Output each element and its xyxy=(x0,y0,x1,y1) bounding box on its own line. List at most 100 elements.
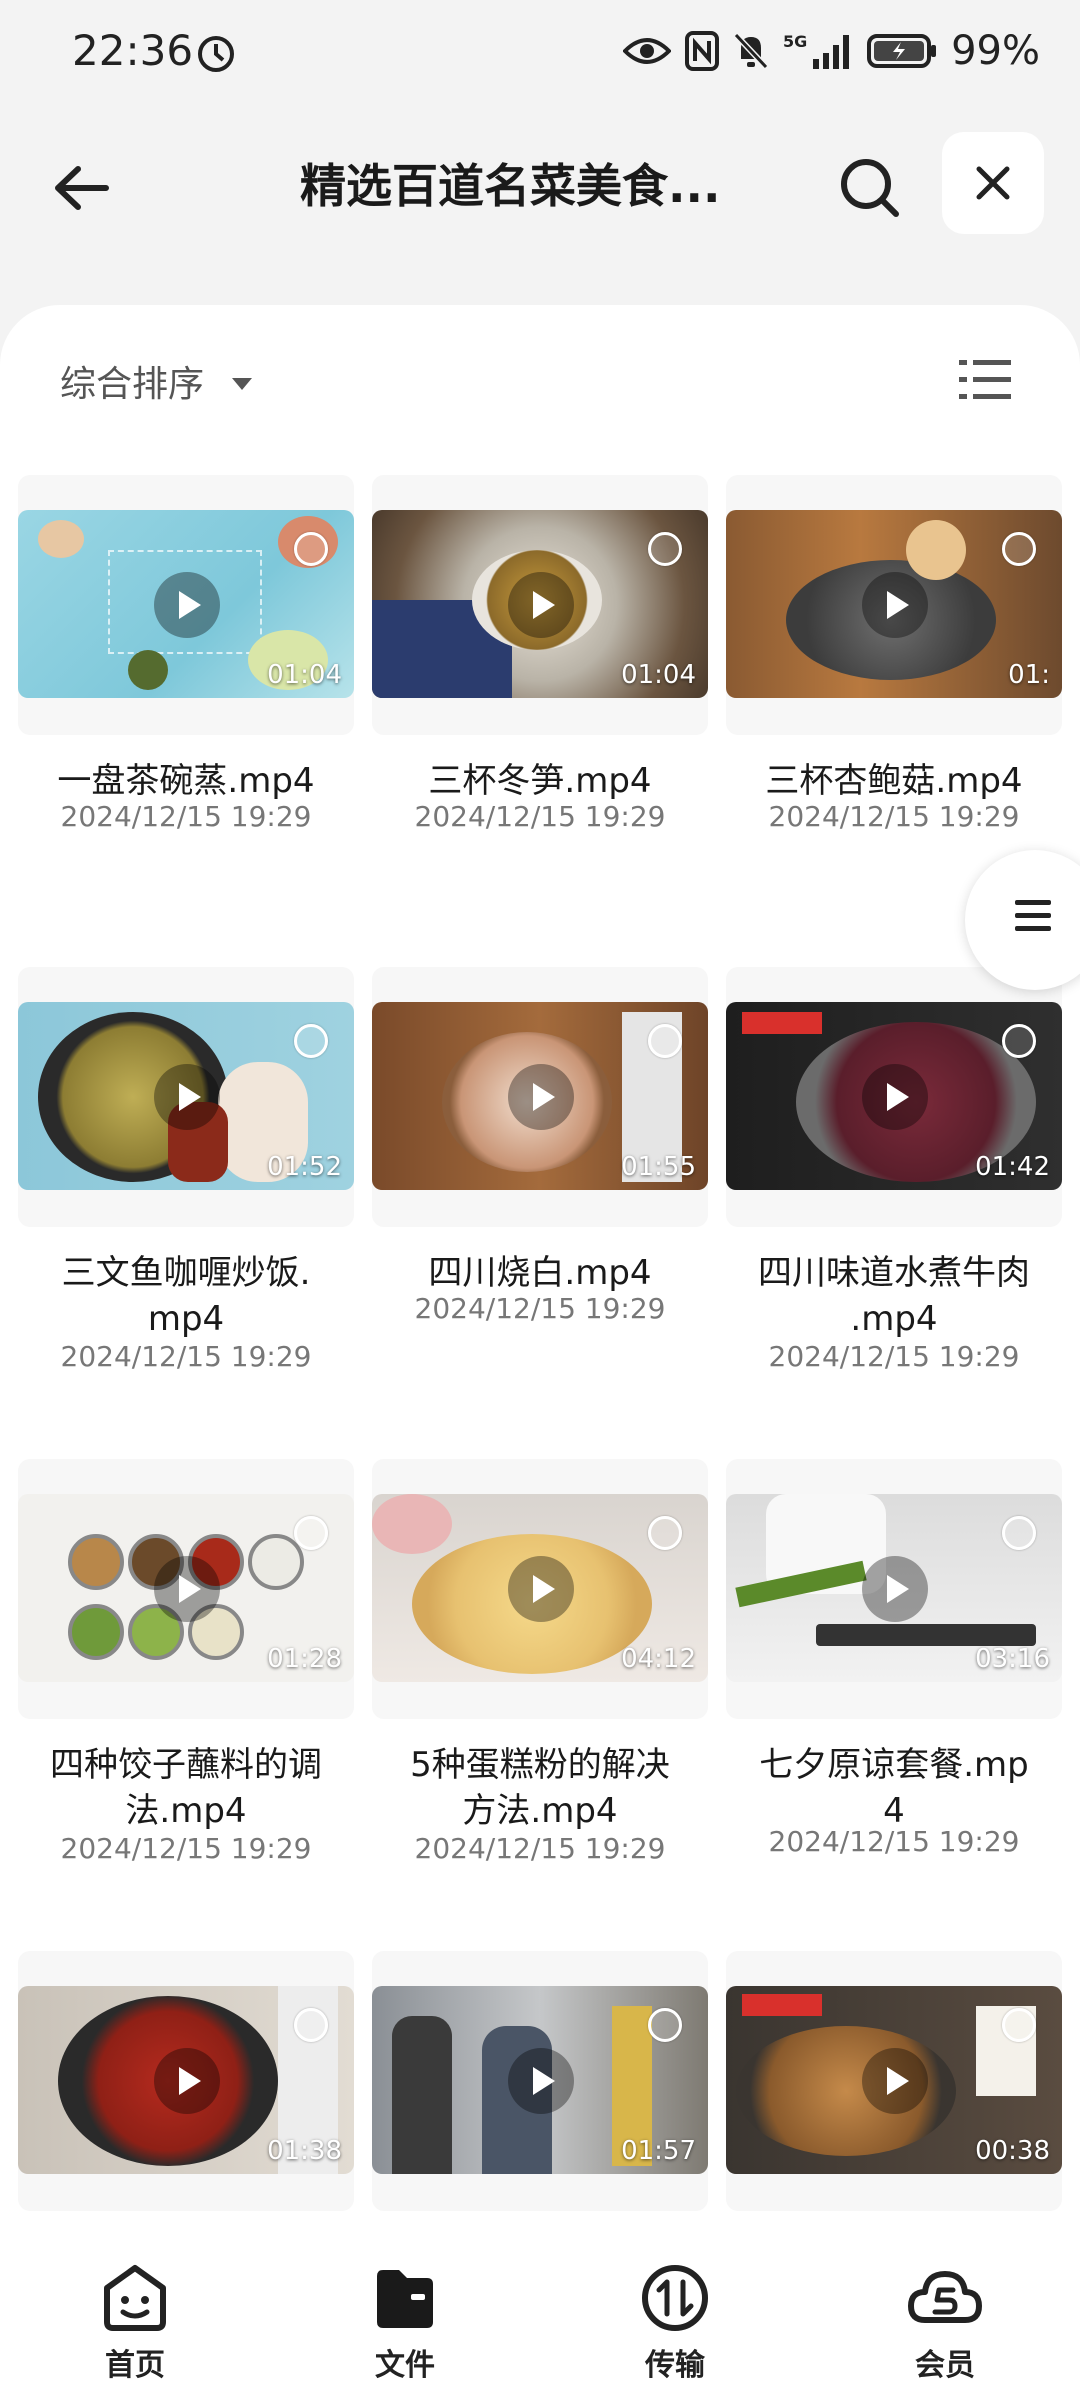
select-checkbox[interactable] xyxy=(1002,2008,1036,2042)
video-card[interactable]: 03:16 xyxy=(726,1459,1062,1719)
header: 精选百道名菜美食... xyxy=(0,110,1080,250)
play-icon xyxy=(154,572,220,638)
select-checkbox[interactable] xyxy=(648,1024,682,1058)
video-thumbnail: 01:57 xyxy=(372,1986,708,2174)
video-thumbnail: 01:04 xyxy=(372,510,708,698)
nav-files-label: 文件 xyxy=(375,2348,435,2383)
close-button[interactable] xyxy=(942,132,1044,234)
select-checkbox[interactable] xyxy=(1002,532,1036,566)
video-card[interactable]: 01:55 xyxy=(372,967,708,1227)
video-date: 2024/12/15 19:29 xyxy=(768,1825,1020,1858)
video-name: 三文鱼咖喱炒饭. mp4 xyxy=(61,1253,311,1339)
video-card[interactable]: 01:04 xyxy=(372,475,708,735)
video-name: 四种饺子蘸料的调 法.mp4 xyxy=(50,1745,322,1831)
video-duration: 03:16 xyxy=(975,1644,1050,1674)
search-button[interactable] xyxy=(830,148,910,228)
play-icon xyxy=(862,1064,928,1130)
signal-5g-icon: 5G xyxy=(783,32,850,69)
select-checkbox[interactable] xyxy=(294,1024,328,1058)
video-duration: 01:55 xyxy=(621,1152,696,1182)
video-date: 2024/12/15 19:29 xyxy=(414,800,666,833)
video-thumbnail: 03:16 xyxy=(726,1494,1062,1682)
bottom-nav: 首页 文件 传输 会员 xyxy=(0,2240,1080,2400)
back-button[interactable] xyxy=(40,148,120,228)
video-name: 三杯冬笋.mp4 xyxy=(428,761,652,801)
list-view-icon[interactable] xyxy=(955,350,1015,410)
select-checkbox[interactable] xyxy=(294,532,328,566)
video-date: 2024/12/15 19:29 xyxy=(60,1340,312,1373)
video-thumbnail: 00:38 xyxy=(726,1986,1062,2174)
select-checkbox[interactable] xyxy=(1002,1024,1036,1058)
home-smile-icon xyxy=(104,2265,166,2331)
nav-files[interactable]: 文件 xyxy=(270,2240,540,2400)
video-date: 2024/12/15 19:29 xyxy=(60,1832,312,1865)
video-duration: 01:52 xyxy=(267,1152,342,1182)
video-duration: 00:38 xyxy=(975,2136,1050,2166)
video-card[interactable]: 01:42 xyxy=(726,967,1062,1227)
sort-label: 综合排序 xyxy=(60,364,205,405)
transfer-icon xyxy=(642,2265,708,2331)
status-time: 22:36 xyxy=(72,26,194,75)
nav-transfer-label: 传输 xyxy=(645,2348,705,2383)
play-icon xyxy=(508,1064,574,1130)
video-duration: 01:04 xyxy=(267,660,342,690)
video-name: 四川味道水煮牛肉 .mp4 xyxy=(758,1253,1030,1339)
video-name: 一盘茶碗蒸.mp4 xyxy=(57,761,315,801)
sort-dropdown[interactable]: 综合排序 xyxy=(60,355,253,407)
svg-text:5G: 5G xyxy=(783,32,807,51)
video-card[interactable]: 01: xyxy=(726,475,1062,735)
battery-charging-icon xyxy=(867,34,937,68)
select-checkbox[interactable] xyxy=(648,1516,682,1550)
video-duration: 01:57 xyxy=(621,2136,696,2166)
menu-icon xyxy=(1015,900,1051,931)
video-date: 2024/12/15 19:29 xyxy=(768,800,1020,833)
play-icon xyxy=(154,1556,220,1622)
arrow-left-icon xyxy=(55,166,109,210)
play-icon xyxy=(508,1556,574,1622)
select-checkbox[interactable] xyxy=(294,2008,328,2042)
video-card[interactable]: 01:57 xyxy=(372,1951,708,2211)
video-card[interactable]: 01:52 xyxy=(18,967,354,1227)
select-checkbox[interactable] xyxy=(648,532,682,566)
select-checkbox[interactable] xyxy=(1002,1516,1036,1550)
nfc-icon xyxy=(685,31,720,71)
cloud-member-icon xyxy=(908,2271,982,2323)
video-name: 5种蛋糕粉的解决 方法.mp4 xyxy=(410,1745,670,1831)
eye-icon xyxy=(623,38,672,64)
timer-status-icon xyxy=(198,36,234,72)
video-date: 2024/12/15 19:29 xyxy=(768,1340,1020,1373)
video-thumbnail: 01:28 xyxy=(18,1494,354,1682)
mute-bell-icon xyxy=(733,32,769,70)
video-duration: 01: xyxy=(1008,660,1050,690)
video-name: 三杯杏鲍菇.mp4 xyxy=(765,761,1023,801)
video-card[interactable]: 04:12 xyxy=(372,1459,708,1719)
nav-home[interactable]: 首页 xyxy=(0,2240,270,2400)
play-icon xyxy=(862,1556,928,1622)
select-checkbox[interactable] xyxy=(294,1516,328,1550)
video-name: 七夕原谅套餐.mp 4 xyxy=(759,1745,1029,1831)
video-duration: 01:28 xyxy=(267,1644,342,1674)
video-duration: 01:42 xyxy=(975,1152,1050,1182)
nav-home-label: 首页 xyxy=(105,2348,165,2383)
video-thumbnail: 01:52 xyxy=(18,1002,354,1190)
video-date: 2024/12/15 19:29 xyxy=(414,1832,666,1865)
folder-icon xyxy=(377,2270,433,2328)
video-thumbnail: 01:04 xyxy=(18,510,354,698)
nav-transfer[interactable]: 传输 xyxy=(540,2240,810,2400)
video-duration: 01:04 xyxy=(621,660,696,690)
video-card[interactable]: 01:04 xyxy=(18,475,354,735)
page-title: 精选百道名菜美食... xyxy=(300,159,721,213)
video-date: 2024/12/15 19:29 xyxy=(60,800,312,833)
video-duration: 04:12 xyxy=(621,1644,696,1674)
video-thumbnail: 04:12 xyxy=(372,1494,708,1682)
search-icon xyxy=(841,159,899,217)
video-duration: 01:38 xyxy=(267,2136,342,2166)
video-card[interactable]: 01:28 xyxy=(18,1459,354,1719)
battery-percent: 99% xyxy=(951,28,1040,74)
video-date: 2024/12/15 19:29 xyxy=(414,1292,666,1325)
video-card[interactable]: 00:38 xyxy=(726,1951,1062,2211)
video-card[interactable]: 01:38 xyxy=(18,1951,354,2211)
play-icon xyxy=(862,2048,928,2114)
select-checkbox[interactable] xyxy=(648,2008,682,2042)
nav-member[interactable]: 会员 xyxy=(810,2240,1080,2400)
